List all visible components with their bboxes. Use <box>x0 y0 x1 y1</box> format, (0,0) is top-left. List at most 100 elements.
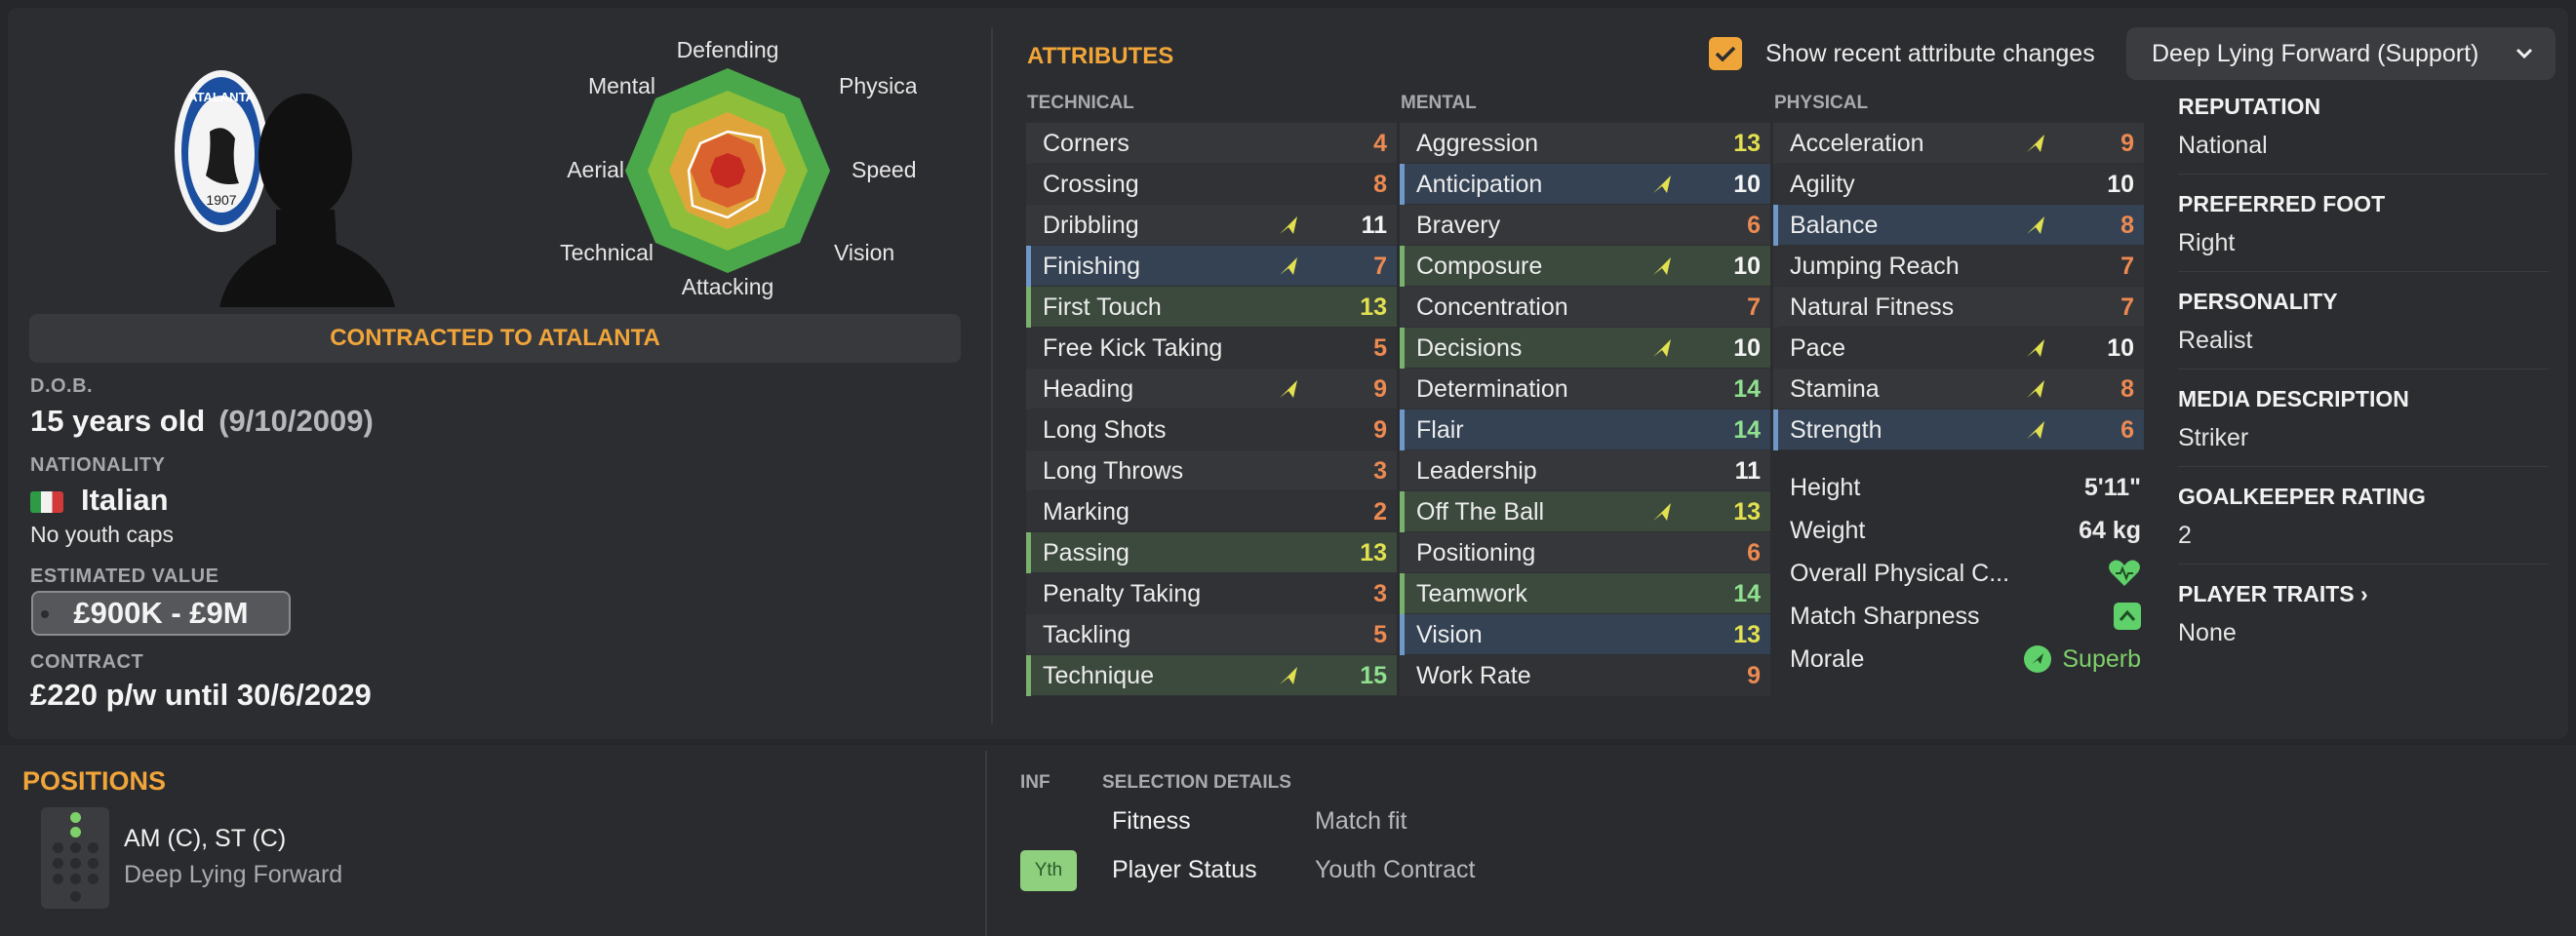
pitch-dot <box>53 842 63 853</box>
attribute-row[interactable]: Off The Ball 13 <box>1400 491 1770 532</box>
reputation-value: National <box>2178 132 2268 159</box>
attribute-row[interactable]: Teamwork 14 <box>1400 573 1770 614</box>
attribute-value: 8 <box>2120 374 2134 403</box>
position-pitch-icon[interactable] <box>41 807 109 909</box>
attribute-row[interactable]: Stamina 8 <box>1773 369 2144 410</box>
mental-header: MENTAL <box>1401 93 1477 113</box>
pitch-dot <box>70 827 81 838</box>
attribute-row[interactable]: Balance 8 <box>1773 205 2144 246</box>
attribute-row[interactable]: Work Rate 9 <box>1400 655 1770 696</box>
attribute-name: Dribbling <box>1043 211 1139 239</box>
checkbox[interactable] <box>1709 37 1742 70</box>
attribute-row[interactable]: Composure 10 <box>1400 246 1770 287</box>
foot-label: PREFERRED FOOT <box>2178 191 2386 216</box>
divider <box>2178 564 2549 565</box>
attribute-name: Free Kick Taking <box>1043 333 1223 362</box>
attribute-increase-icon <box>1280 257 1297 275</box>
attribute-value: 5 <box>1373 333 1387 362</box>
attribute-row[interactable]: Passing 13 <box>1026 532 1397 573</box>
attribute-name: Tackling <box>1043 620 1131 648</box>
contract-banner[interactable]: CONTRACTED TO ATALANTA <box>29 314 961 363</box>
attribute-row[interactable]: Pace 10 <box>1773 328 2144 369</box>
dob-label: D.O.B. <box>30 375 94 397</box>
attribute-row[interactable]: Flair 14 <box>1400 410 1770 450</box>
pitch-dot <box>70 858 81 869</box>
attribute-row[interactable]: Free Kick Taking 5 <box>1026 328 1397 369</box>
attribute-row[interactable]: Technique 15 <box>1026 655 1397 696</box>
club-badge: ATALANTA 1907 <box>175 70 268 232</box>
attribute-row[interactable]: Concentration 7 <box>1400 287 1770 328</box>
attribute-row[interactable]: Vision 13 <box>1400 614 1770 655</box>
attribute-value: 7 <box>1373 252 1387 280</box>
attribute-row[interactable]: Long Throws 3 <box>1026 450 1397 491</box>
attribute-increase-icon <box>1653 503 1671 521</box>
physical-details: Height 5'11" Weight 64 kg Overall Physical… <box>1790 466 2141 681</box>
attribute-row[interactable]: Jumping Reach 7 <box>1773 246 2144 287</box>
attribute-name: First Touch <box>1043 292 1162 321</box>
heart-icon <box>2109 560 2140 586</box>
value-label: ESTIMATED VALUE <box>30 566 219 587</box>
weight-value: 64 kg <box>2079 516 2141 544</box>
role-dropdown[interactable]: Deep Lying Forward (Support) <box>2126 27 2556 80</box>
attribute-name: Heading <box>1043 374 1134 403</box>
attribute-row[interactable]: Penalty Taking 3 <box>1026 573 1397 614</box>
attribute-value: 2 <box>1373 497 1387 526</box>
morale-row[interactable]: Morale Superb <box>1790 638 2141 681</box>
attribute-name: Teamwork <box>1416 579 1527 607</box>
attribute-row[interactable]: Acceleration 9 <box>1773 123 2144 164</box>
attribute-row[interactable]: Marking 2 <box>1026 491 1397 532</box>
attribute-row[interactable]: Dribbling 11 <box>1026 205 1397 246</box>
attribute-row[interactable]: Anticipation 10 <box>1400 164 1770 205</box>
divider <box>985 751 987 936</box>
attribute-row[interactable]: Crossing 8 <box>1026 164 1397 205</box>
attribute-row[interactable]: Finishing 7 <box>1026 246 1397 287</box>
attribute-row[interactable]: Strength 6 <box>1773 410 2144 450</box>
attribute-row[interactable]: Heading 9 <box>1026 369 1397 410</box>
technical-attributes: Corners 4 Crossing 8 Dribbling 11 Finishing 7 Fi… <box>1026 123 1397 696</box>
attribute-name: Aggression <box>1416 129 1539 157</box>
attribute-row[interactable]: Natural Fitness 7 <box>1773 287 2144 328</box>
traits-section[interactable]: PLAYER TRAITS › None <box>2178 581 2549 647</box>
show-changes-toggle[interactable]: Show recent attribute changes <box>1709 37 2095 70</box>
attribute-row[interactable]: Tackling 5 <box>1026 614 1397 655</box>
attribute-value: 5 <box>1373 620 1387 648</box>
age-text: 15 years old <box>30 404 206 438</box>
pitch-dot <box>53 858 63 869</box>
attribute-row[interactable]: Decisions 10 <box>1400 328 1770 369</box>
attribute-name: Composure <box>1416 252 1543 280</box>
attribute-row[interactable]: Leadership 11 <box>1400 450 1770 491</box>
height-row: Height 5'11" <box>1790 466 2141 509</box>
attribute-increase-icon <box>1280 216 1297 234</box>
media-label: MEDIA DESCRIPTION <box>2178 386 2409 411</box>
attribute-name: Bravery <box>1416 211 1501 239</box>
attribute-row[interactable]: Agility 10 <box>1773 164 2144 205</box>
attribute-row[interactable]: Aggression 13 <box>1400 123 1770 164</box>
sharpness-row[interactable]: Match Sharpness <box>1790 595 2141 638</box>
attribute-increase-icon <box>2027 339 2044 357</box>
radar-label-physical: Physical <box>839 73 917 98</box>
attribute-value: 7 <box>1747 292 1761 321</box>
attribute-value: 8 <box>1373 170 1387 198</box>
attribute-value: 15 <box>1360 661 1387 689</box>
youth-badge: Yth <box>1020 850 1077 891</box>
attribute-row[interactable]: Bravery 6 <box>1400 205 1770 246</box>
attribute-row[interactable]: Long Shots 9 <box>1026 410 1397 450</box>
condition-row[interactable]: Overall Physical C... <box>1790 552 2141 595</box>
attribute-name: Concentration <box>1416 292 1568 321</box>
attribute-value: 10 <box>2107 170 2134 198</box>
traits-link[interactable]: PLAYER TRAITS › <box>2178 581 2549 607</box>
divider <box>2178 271 2549 272</box>
nationality-value[interactable]: Italian <box>30 483 169 518</box>
attribute-value: 14 <box>1733 579 1761 607</box>
fitness-label: Fitness <box>1112 807 1191 835</box>
attribute-name: Anticipation <box>1416 170 1543 198</box>
attribute-row[interactable]: Determination 14 <box>1400 369 1770 410</box>
attribute-name: Positioning <box>1416 538 1536 566</box>
attribute-row[interactable]: Corners 4 <box>1026 123 1397 164</box>
positions-title: POSITIONS <box>22 766 167 796</box>
show-changes-label: Show recent attribute changes <box>1765 39 2095 67</box>
nationality-label: NATIONALITY <box>30 454 166 476</box>
contract-label: CONTRACT <box>30 651 144 673</box>
attribute-row[interactable]: Positioning 6 <box>1400 532 1770 573</box>
attribute-row[interactable]: First Touch 13 <box>1026 287 1397 328</box>
